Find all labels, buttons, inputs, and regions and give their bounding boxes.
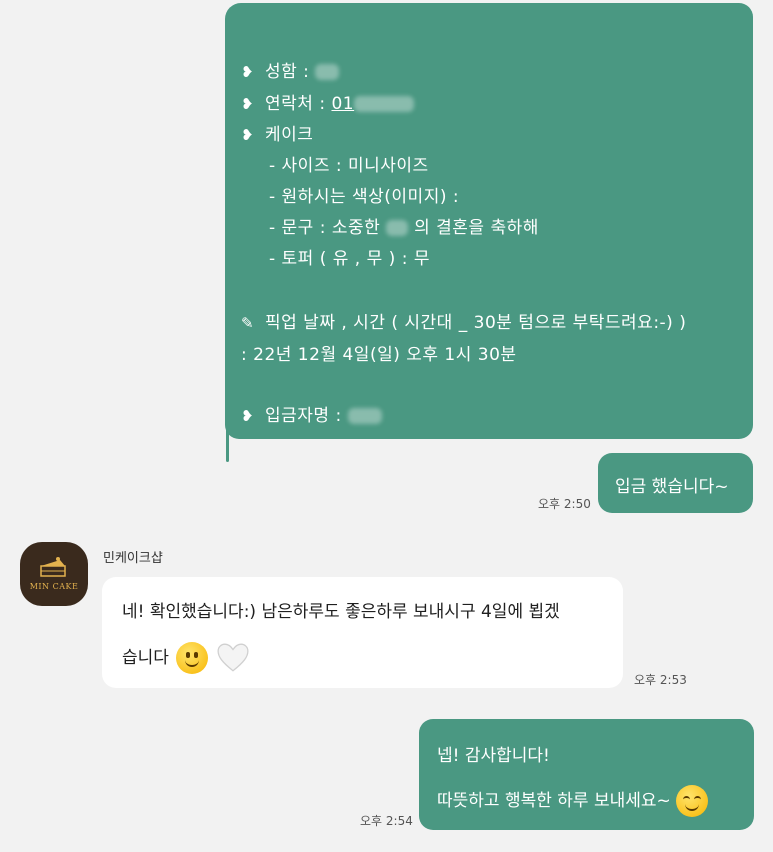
color-line: - 원하시는 색상(이미지) : — [269, 187, 460, 207]
heart-bullet-icon: ❥ — [241, 407, 255, 425]
reply-line-2-text: 습니다 — [122, 648, 169, 668]
sender-name: 민케이크샵 — [103, 551, 163, 566]
redacted-text-name — [386, 220, 409, 236]
cake-logo-icon — [40, 557, 66, 577]
reply-timestamp: 오후 2:53 — [634, 673, 687, 687]
redacted-name — [315, 64, 340, 80]
redacted-depositor — [347, 408, 382, 424]
depositor-label: 입금자명 : — [265, 406, 342, 426]
thanks-message[interactable]: 넵! 감사합니다! 따뜻하고 행복한 하루 보내세요~ — [419, 719, 754, 830]
contact-row: ❥ 연락처 : 01 — [241, 89, 415, 114]
heart-bullet-icon: ❥ — [241, 126, 255, 144]
text-line-prefix: - 문구 : 소중한 — [269, 218, 381, 238]
text-line: - 문구 : 소중한 의 결혼을 축하해 — [269, 213, 539, 238]
text-line-suffix: 의 결혼을 축하해 — [414, 218, 539, 238]
contact-value[interactable]: 01 — [331, 94, 354, 114]
avatar[interactable]: MIN CAKE — [20, 542, 88, 606]
thanks-timestamp: 오후 2:54 — [360, 814, 413, 828]
reply-message[interactable]: 네! 확인했습니다:) 남은하루도 좋은하루 보내시구 4일에 뵙겠 습니다 — [102, 577, 623, 688]
thanks-line-2: 따뜻하고 행복한 하루 보내세요~ — [437, 785, 709, 817]
pickup-label: 픽업 날짜 , 시간 ( 시간대 _ 30분 텀으로 부탁드려요:-) ) — [265, 313, 687, 333]
cake-row: ❥ 케이크 — [241, 120, 313, 145]
heart-bullet-icon: ❥ — [241, 63, 255, 81]
thanks-line-1: 넵! 감사합니다! — [437, 746, 550, 766]
blush-emoji-icon — [676, 785, 709, 817]
heart-bullet-icon: ❥ — [241, 95, 255, 113]
white-heart-emoji-icon — [217, 643, 249, 672]
reply-line-2: 습니다 — [122, 641, 250, 675]
depositor-row: ❥ 입금자명 : — [241, 401, 382, 426]
deposit-message[interactable]: 입금 했습니다~ — [598, 453, 753, 513]
cake-label: 케이크 — [265, 125, 314, 145]
pen-icon: ✎ — [241, 314, 255, 332]
thanks-line-2-text: 따뜻하고 행복한 하루 보내세요~ — [437, 791, 671, 811]
pickup-row: ✎ 픽업 날짜 , 시간 ( 시간대 _ 30분 텀으로 부탁드려요:-) ) — [241, 308, 686, 333]
reply-line-1: 네! 확인했습니다:) 남은하루도 좋은하루 보내시구 4일에 뵙겠 — [122, 602, 560, 622]
deposit-text: 입금 했습니다~ — [615, 477, 729, 497]
pickup-value: : 22년 12월 4일(일) 오후 1시 30분 — [241, 345, 517, 365]
topper-line: - 토퍼 ( 유 , 무 ) : 무 — [269, 249, 430, 269]
order-form-message[interactable]: ❥ 성함 : ❥ 연락처 : 01 ❥ 케이크 - 사이즈 : 미니사이즈 - 원하시… — [225, 3, 753, 439]
deposit-timestamp: 오후 2:50 — [538, 497, 591, 511]
redacted-contact — [354, 96, 415, 112]
avatar-logo-text: MIN CAKE — [29, 582, 79, 591]
smile-emoji-icon — [176, 642, 209, 674]
name-label: 성함 : — [265, 62, 310, 82]
contact-label: 연락처 : — [265, 94, 326, 114]
size-line: - 사이즈 : 미니사이즈 — [269, 156, 429, 176]
name-row: ❥ 성함 : — [241, 57, 340, 82]
